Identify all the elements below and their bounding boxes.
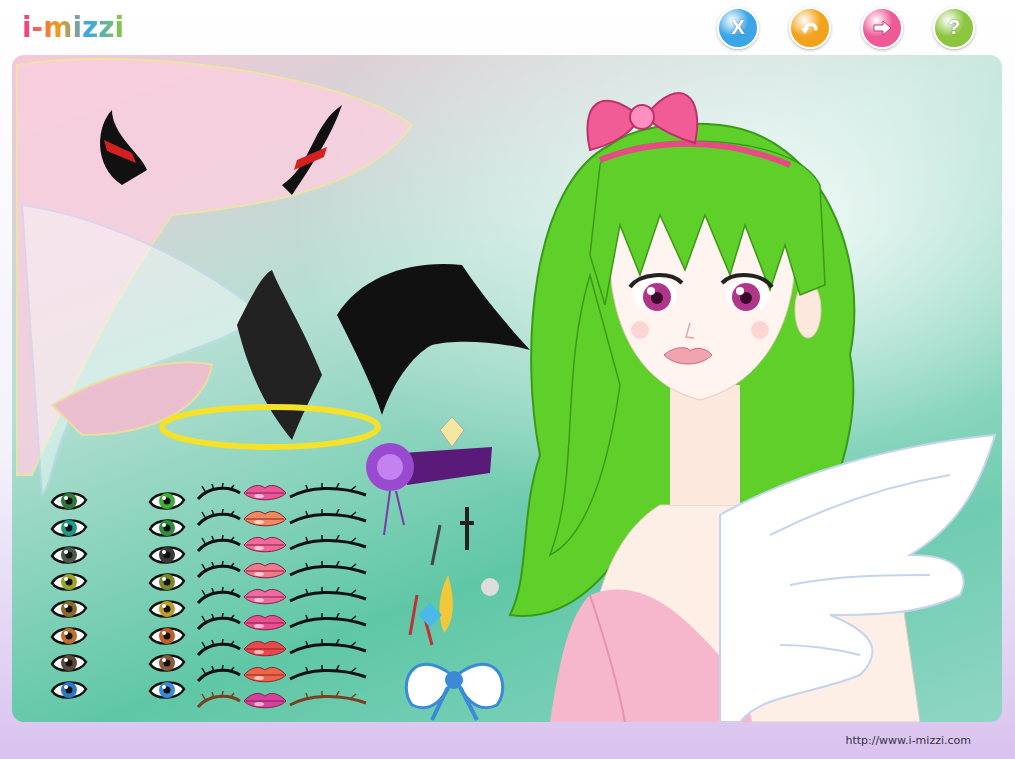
pink-hair-bow xyxy=(587,93,790,165)
eyelash-option-icon[interactable] xyxy=(196,561,242,581)
lips-option-icon[interactable] xyxy=(242,638,288,660)
game-page: i-mizzi X? http://www.i-mizzi.com xyxy=(0,0,1015,759)
eyelash-right-icon[interactable] xyxy=(288,561,368,581)
button-label: ? xyxy=(948,16,960,39)
lips-option-icon[interactable] xyxy=(242,482,288,504)
eyelash-option-icon[interactable] xyxy=(196,691,242,711)
eye-option-icon[interactable] xyxy=(148,570,186,594)
eyelash-right-icon[interactable] xyxy=(288,587,368,607)
bat-wings-item[interactable] xyxy=(237,264,530,440)
halo-item[interactable] xyxy=(162,407,378,447)
eye-option-icon[interactable] xyxy=(50,516,88,540)
eyelash-right-icon[interactable] xyxy=(288,509,368,529)
eye-option-icon[interactable] xyxy=(148,624,186,648)
makeup-row xyxy=(196,690,368,712)
eyelash-option-icon[interactable] xyxy=(196,639,242,659)
eye-option-icon[interactable] xyxy=(50,624,88,648)
help-button[interactable]: ? xyxy=(933,7,975,49)
eye-option-icon[interactable] xyxy=(50,678,88,702)
eye-option-icon[interactable] xyxy=(148,597,186,621)
eye-options xyxy=(50,489,186,702)
eye-option-icon[interactable] xyxy=(148,651,186,675)
character-canvas xyxy=(490,55,1002,722)
eye-option-icon[interactable] xyxy=(50,570,88,594)
eyelash-option-icon[interactable] xyxy=(196,613,242,633)
stage xyxy=(12,55,1002,722)
eye-option-icon[interactable] xyxy=(148,489,186,513)
makeup-row xyxy=(196,482,368,504)
makeup-row xyxy=(196,534,368,556)
eye-option-icon[interactable] xyxy=(148,516,186,540)
makeup-row xyxy=(196,508,368,530)
button-label: X xyxy=(731,16,744,39)
eye-option-icon[interactable] xyxy=(50,489,88,513)
undo-icon xyxy=(799,17,821,39)
eyelash-right-icon[interactable] xyxy=(288,535,368,555)
eyelash-option-icon[interactable] xyxy=(196,535,242,555)
makeup-row xyxy=(196,664,368,686)
makeup-row xyxy=(196,638,368,660)
eyelash-option-icon[interactable] xyxy=(196,587,242,607)
earring-items[interactable] xyxy=(410,417,499,645)
eyelash-right-icon[interactable] xyxy=(288,639,368,659)
eyelash-option-icon[interactable] xyxy=(196,483,242,503)
eye-option-icon[interactable] xyxy=(148,543,186,567)
site-url[interactable]: http://www.i-mizzi.com xyxy=(845,734,971,747)
eye-option-icon[interactable] xyxy=(50,597,88,621)
lips-option-icon[interactable] xyxy=(242,534,288,556)
eyelash-right-icon[interactable] xyxy=(288,665,368,685)
eye-option-icon[interactable] xyxy=(148,678,186,702)
ribbon-bow-item[interactable] xyxy=(406,664,502,720)
eyelash-option-icon[interactable] xyxy=(196,665,242,685)
top-bar: i-mizzi X? xyxy=(0,0,1015,55)
character-eyes xyxy=(630,275,772,312)
lips-and-lashes xyxy=(196,482,368,712)
makeup-row xyxy=(196,560,368,582)
lips-option-icon[interactable] xyxy=(242,508,288,530)
angel-wings xyxy=(720,435,995,722)
eyelash-right-icon[interactable] xyxy=(288,613,368,633)
eyelash-option-icon[interactable] xyxy=(196,509,242,529)
undo-button[interactable] xyxy=(789,7,831,49)
lips-option-icon[interactable] xyxy=(242,612,288,634)
character-figure[interactable] xyxy=(490,55,1002,722)
arrow-right-icon xyxy=(871,17,893,39)
lips-option-icon[interactable] xyxy=(242,690,288,712)
eye-option-icon[interactable] xyxy=(50,543,88,567)
bottom-bar: http://www.i-mizzi.com xyxy=(0,722,1015,759)
eyelash-right-icon[interactable] xyxy=(288,691,368,711)
eye-option-icon[interactable] xyxy=(50,651,88,675)
lips-option-icon[interactable] xyxy=(242,560,288,582)
face-parts xyxy=(50,482,490,712)
logo: i-mizzi xyxy=(22,11,124,45)
next-button[interactable] xyxy=(861,7,903,49)
makeup-row xyxy=(196,586,368,608)
toolbar: X? xyxy=(717,7,975,49)
fairy-wings-item[interactable] xyxy=(17,59,412,495)
eyelash-right-icon[interactable] xyxy=(288,483,368,503)
lips-option-icon[interactable] xyxy=(242,586,288,608)
close-button[interactable]: X xyxy=(717,7,759,49)
item-palette xyxy=(12,55,490,722)
makeup-row xyxy=(196,612,368,634)
devil-horns-item[interactable] xyxy=(100,105,342,195)
lips-option-icon[interactable] xyxy=(242,664,288,686)
